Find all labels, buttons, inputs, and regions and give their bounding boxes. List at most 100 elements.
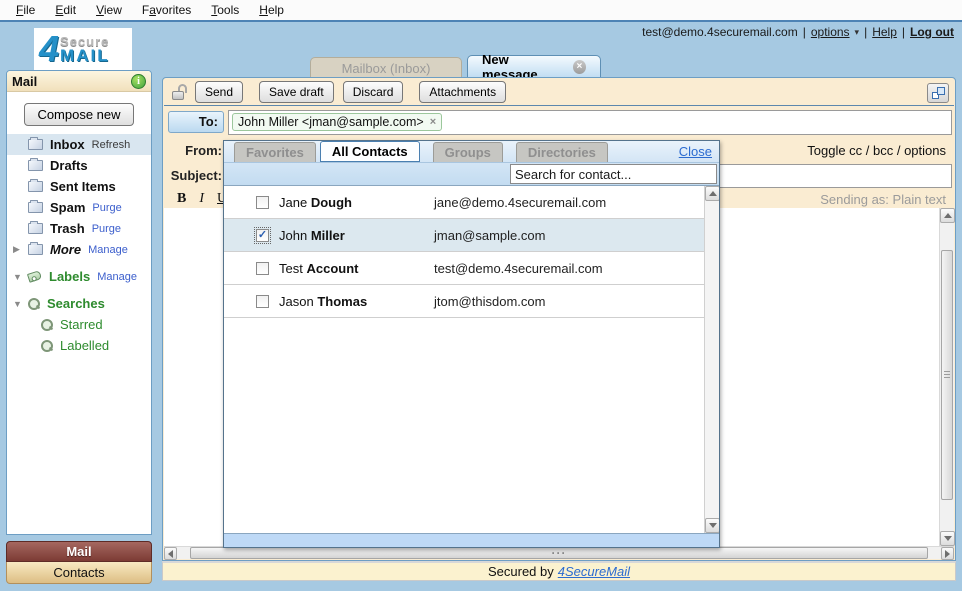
menu-view[interactable]: View [86,0,132,20]
contact-row[interactable]: ✓ John Miller jman@sample.com [224,219,719,252]
contact-search-row [224,162,719,185]
contact-checkbox[interactable] [256,295,269,308]
contact-list-scrollbar[interactable] [704,186,719,533]
account-bar: test@demo.4securemail.com | options ▾ | … [642,25,954,39]
menu-favorites[interactable]: Favorites [132,0,201,20]
labels-manage-link[interactable]: Manage [97,271,137,283]
close-tab-icon[interactable]: × [573,60,586,74]
tab-favorites[interactable]: Favorites [234,142,316,162]
body-vertical-scrollbar[interactable] [939,208,954,546]
compose-toolbar: Send Save draft Discard Attachments [164,79,954,105]
contact-search-input[interactable] [510,164,717,184]
picker-footer-strip [224,533,719,547]
expander-down-icon[interactable]: ▼ [13,299,28,309]
folder-icon [28,139,43,150]
send-button[interactable]: Send [195,81,243,103]
sidebar-item-searches[interactable]: ▼ Searches [7,293,151,314]
to-row: To: John Miller <jman@sample.com> × [164,109,954,135]
sidebar-item-trash[interactable]: Trash Purge [7,218,151,239]
popout-window-icon[interactable] [927,83,949,103]
recipient-chip: John Miller <jman@sample.com> × [232,113,442,131]
account-email: test@demo.4securemail.com [642,25,798,39]
folder-icon [28,160,43,171]
logo-number: 4 [39,32,59,66]
scroll-down-icon[interactable] [705,518,719,533]
contact-checkbox[interactable] [256,262,269,275]
remove-recipient-icon[interactable]: × [430,116,436,128]
mail-module-button[interactable]: Mail [6,541,152,562]
more-manage-link[interactable]: Manage [88,244,128,256]
italic-button[interactable]: I [199,191,204,207]
scrollbar-thumb[interactable] [190,547,928,559]
sidebar-item-inbox[interactable]: Inbox Refresh [7,134,151,155]
folder-icon [28,202,43,213]
bold-button[interactable]: B [177,191,186,207]
close-picker-link[interactable]: Close [679,144,712,159]
contact-checkbox[interactable]: ✓ [256,229,269,242]
spam-purge-link[interactable]: Purge [92,202,121,214]
menu-file[interactable]: File [6,0,45,20]
logout-link[interactable]: Log out [910,25,954,39]
from-label: From: [164,143,222,158]
contact-picker-tabs: Favorites All Contacts Groups Directorie… [224,141,719,162]
scroll-left-icon[interactable] [164,547,177,560]
browser-menu-bar: File Edit View Favorites Tools Help [0,0,962,22]
scroll-up-icon[interactable] [940,208,955,223]
subject-label: Subject: [164,168,222,183]
label-tag-icon [27,270,42,283]
menu-help[interactable]: Help [249,0,294,20]
folder-icon [28,244,43,255]
to-button[interactable]: To: [168,111,224,133]
search-icon [28,298,40,310]
sidebar-item-sent-items[interactable]: Sent Items [7,176,151,197]
logo-mail-text: MAIL [60,48,110,63]
securemail-brand-link[interactable]: 4SecureMail [558,564,630,579]
sidebar-item-labels[interactable]: ▼ Labels Manage [7,266,151,287]
attachments-button[interactable]: Attachments [419,81,506,103]
expander-down-icon[interactable]: ▼ [13,272,28,282]
mail-sidebar: Mail i Compose new Inbox Refresh Drafts … [6,70,152,535]
contact-list: Jane Dough jane@demo.4securemail.com ✓ J… [224,185,719,533]
sidebar-item-labelled[interactable]: Labelled [7,335,151,356]
discard-button[interactable]: Discard [343,81,404,103]
tab-all-contacts[interactable]: All Contacts [320,141,420,162]
app-logo[interactable]: 4 Secure MAIL [34,28,132,70]
tab-new-message[interactable]: New message × [467,55,601,78]
options-link[interactable]: options [811,25,850,39]
scroll-right-icon[interactable] [941,547,954,560]
contact-row[interactable]: Jane Dough jane@demo.4securemail.com [224,186,719,219]
sidebar-item-starred[interactable]: Starred [7,314,151,335]
sidebar-item-spam[interactable]: Spam Purge [7,197,151,218]
sending-as-text: Sending as: Plain text [820,192,946,207]
toggle-cc-bcc-link[interactable]: Toggle cc / bcc / options [807,143,946,158]
expander-right-icon[interactable]: ▶ [13,244,28,255]
contacts-module-button[interactable]: Contacts [6,562,152,584]
search-icon [41,319,53,331]
folder-icon [28,181,43,192]
compose-new-button[interactable]: Compose new [24,103,133,126]
contact-row[interactable]: Jason Thomas jtom@thisdom.com [224,285,719,318]
contact-row[interactable]: Test Account test@demo.4securemail.com [224,252,719,285]
scroll-up-icon[interactable] [705,186,719,201]
tab-directories[interactable]: Directories [516,142,608,162]
scroll-down-icon[interactable] [940,531,955,546]
trash-purge-link[interactable]: Purge [92,223,121,235]
sidebar-header: Mail i [7,71,151,92]
tab-mailbox-inbox[interactable]: Mailbox (Inbox) [310,57,462,78]
tab-groups[interactable]: Groups [433,142,503,162]
menu-edit[interactable]: Edit [45,0,86,20]
help-link[interactable]: Help [872,25,897,39]
menu-tools[interactable]: Tools [201,0,249,20]
sidebar-title: Mail [12,74,37,89]
sidebar-item-drafts[interactable]: Drafts [7,155,151,176]
info-icon[interactable]: i [131,74,146,89]
contact-picker-overlay: Favorites All Contacts Groups Directorie… [223,140,720,548]
scrollbar-thumb[interactable] [941,250,953,500]
save-draft-button[interactable]: Save draft [259,81,334,103]
sidebar-item-more[interactable]: ▶ More Manage [7,239,151,260]
contact-checkbox[interactable] [256,196,269,209]
secured-by-text: Secured by [488,564,554,579]
secured-footer: Secured by 4SecureMail [162,561,956,581]
to-input[interactable]: John Miller <jman@sample.com> × [228,110,952,135]
inbox-refresh-link[interactable]: Refresh [92,139,131,151]
